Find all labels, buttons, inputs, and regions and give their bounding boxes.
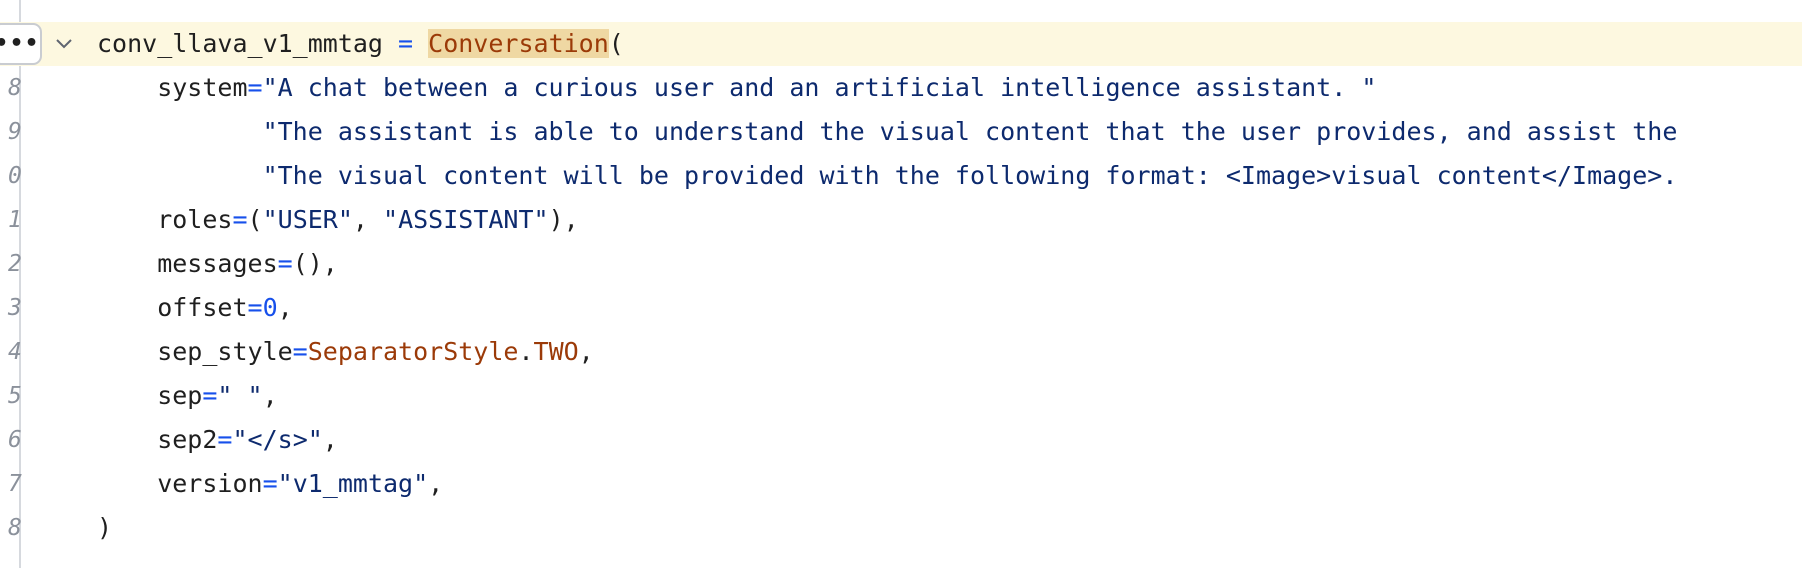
code-text[interactable]: system="A chat between a curious user an… — [97, 66, 1376, 110]
line-number: 7 — [8, 471, 22, 497]
code-line[interactable]: 6 sep2="</s>", — [0, 418, 1802, 462]
code-token: "</s>" — [232, 425, 323, 454]
code-token: "USER" — [262, 205, 353, 234]
code-token: " " — [217, 381, 263, 410]
line-number: 2 — [8, 251, 22, 277]
code-token: system — [97, 73, 248, 102]
code-token: , — [352, 205, 384, 234]
code-token: SeparatorStyle — [307, 337, 519, 366]
line-number: 8 — [8, 515, 22, 541]
line-number: 9 — [8, 119, 22, 145]
code-token: . — [518, 337, 534, 366]
code-token: , — [578, 337, 594, 366]
code-text[interactable]: sep2="</s>", — [97, 418, 338, 462]
line-number: 1 — [8, 207, 22, 233]
code-token: = — [398, 29, 414, 58]
code-token: ) — [97, 513, 113, 542]
code-token: "ASSISTANT" — [383, 205, 549, 234]
code-token: , — [322, 425, 338, 454]
line-number: 5 — [8, 383, 22, 409]
code-token: = — [217, 425, 233, 454]
code-text[interactable]: offset=0, — [97, 286, 293, 330]
code-token: = — [277, 249, 293, 278]
code-text[interactable]: conv_llava_v1_mmtag = Conversation( — [97, 22, 624, 66]
code-text[interactable]: version="v1_mmtag", — [97, 462, 443, 506]
code-text[interactable]: "The visual content will be provided wit… — [97, 154, 1678, 198]
code-token: = — [202, 381, 218, 410]
code-line[interactable]: 4 sep_style=SeparatorStyle.TWO, — [0, 330, 1802, 374]
code-token: ( — [247, 205, 263, 234]
line-number: 8 — [8, 75, 22, 101]
code-line[interactable]: 1 roles=("USER", "ASSISTANT"), — [0, 198, 1802, 242]
line-number: 3 — [8, 295, 22, 321]
highlighted-token: Conversation — [428, 29, 609, 58]
code-line[interactable]: 8 system="A chat between a curious user … — [0, 66, 1802, 110]
code-text[interactable]: messages=(), — [97, 242, 338, 286]
line-number: 6 — [8, 427, 22, 453]
code-token: 0 — [262, 293, 278, 322]
code-token: = — [262, 469, 278, 498]
code-token: , — [277, 293, 293, 322]
code-line[interactable]: 2 messages=(), — [0, 242, 1802, 286]
ellipsis-icon[interactable]: ••• — [0, 23, 42, 65]
code-token: = — [247, 73, 263, 102]
code-line[interactable]: 7 version="v1_mmtag", — [0, 462, 1802, 506]
code-text[interactable]: ) — [97, 506, 112, 550]
code-token: = — [247, 293, 263, 322]
code-token: = — [292, 337, 308, 366]
code-token: sep2 — [97, 425, 218, 454]
code-token: sep_style — [97, 337, 293, 366]
code-token: ), — [548, 205, 579, 234]
chevron-down-icon[interactable] — [54, 34, 74, 54]
code-token: , — [262, 381, 278, 410]
code-line[interactable]: 0 "The visual content will be provided w… — [0, 154, 1802, 198]
code-token: "The visual content will be provided wit… — [97, 161, 1678, 190]
code-line[interactable]: 9 "The assistant is able to understand t… — [0, 110, 1802, 154]
code-line[interactable]: 8) — [0, 506, 1802, 550]
code-token: "v1_mmtag" — [277, 469, 429, 498]
code-token: , — [428, 469, 444, 498]
line-number: 4 — [8, 339, 22, 365]
code-line-current[interactable]: ••• conv_llava_v1_mmtag = Conversation( — [0, 22, 1802, 66]
code-editor[interactable]: 5 •••conv_llava_v1_mmtag = Conversation(… — [0, 0, 1802, 568]
code-line[interactable]: 5 sep=" ", — [0, 374, 1802, 418]
code-token: "The assistant is able to understand the… — [97, 117, 1678, 146]
code-text[interactable]: sep=" ", — [97, 374, 278, 418]
code-token: (), — [292, 249, 338, 278]
code-token: ( — [608, 29, 624, 58]
code-text[interactable]: "The assistant is able to understand the… — [97, 110, 1678, 154]
code-text[interactable]: roles=("USER", "ASSISTANT"), — [97, 198, 579, 242]
code-token: = — [232, 205, 248, 234]
code-token: offset — [97, 293, 248, 322]
code-token: TWO — [533, 337, 579, 366]
code-token: conv_llava_v1_mmtag — [97, 29, 399, 58]
code-token: version — [97, 469, 263, 498]
code-token: roles — [97, 205, 233, 234]
code-token: messages — [97, 249, 278, 278]
code-line[interactable]: 3 offset=0, — [0, 286, 1802, 330]
line-number: 0 — [8, 163, 22, 189]
code-token: "A chat between a curious user and an ar… — [262, 73, 1377, 102]
code-token: sep — [97, 381, 203, 410]
line-number-partial: 5 — [8, 0, 32, 14]
code-text[interactable]: sep_style=SeparatorStyle.TWO, — [97, 330, 594, 374]
